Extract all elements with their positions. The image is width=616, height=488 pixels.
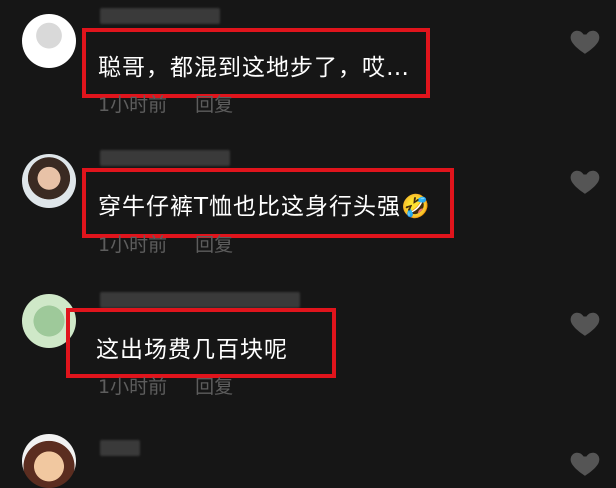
heart-icon[interactable] — [568, 306, 602, 340]
heart-icon[interactable] — [568, 164, 602, 198]
comment-meta: 1小时前 回复 — [98, 90, 233, 117]
username[interactable] — [100, 8, 220, 24]
comment-text: 聪哥，都混到这地步了，哎… — [98, 55, 410, 81]
username[interactable] — [100, 292, 300, 308]
heart-icon[interactable] — [568, 24, 602, 58]
reply-button[interactable]: 回复 — [195, 376, 233, 398]
reply-button[interactable]: 回复 — [195, 94, 233, 116]
avatar[interactable] — [22, 14, 76, 68]
comment-meta: 1小时前 回复 — [98, 230, 233, 257]
comment-text: 这出场费几百块呢 — [96, 337, 288, 363]
comment-time: 1小时前 — [98, 94, 168, 116]
reply-button[interactable]: 回复 — [195, 234, 233, 256]
avatar[interactable] — [22, 154, 76, 208]
comment-time: 1小时前 — [98, 234, 168, 256]
username[interactable] — [100, 150, 230, 166]
comment-meta: 1小时前 回复 — [98, 372, 233, 399]
comment-time: 1小时前 — [98, 376, 168, 398]
comment-text: 穿牛仔裤T恤也比这身行头强🤣 — [98, 194, 431, 220]
avatar[interactable] — [22, 434, 76, 488]
username[interactable] — [100, 440, 140, 456]
heart-icon[interactable] — [568, 446, 602, 480]
